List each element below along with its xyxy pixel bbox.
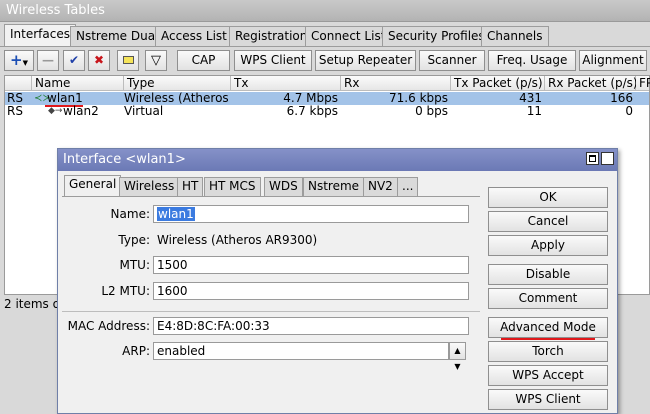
arp-select[interactable]: enabled ▲ ▼	[153, 342, 466, 371]
arp-label: ARP:	[122, 344, 150, 358]
row-tx: 6.7 kbps	[286, 105, 338, 118]
remove-button[interactable]: —	[37, 50, 59, 71]
column-header-type[interactable]: Type	[124, 76, 231, 91]
row-name: wlan2	[63, 105, 99, 118]
remove-icon: —	[42, 53, 54, 67]
row-flags: RS	[7, 92, 23, 105]
comment-icon	[122, 56, 134, 64]
l2-mtu-field[interactable]: 1600	[153, 282, 469, 300]
name-field[interactable]: wlan1	[153, 205, 469, 223]
freq-usage-button[interactable]: Freq. Usage	[488, 50, 576, 71]
tab-nstreme-dual[interactable]: Nstreme Dual	[70, 26, 165, 46]
dialog-tab-ht[interactable]: HT	[177, 177, 204, 196]
row-rx: 71.6 kbps	[389, 92, 448, 105]
table-row[interactable]: RS ≺≻ wlan1 Wireless (Atheros 4.7 Mbps 7…	[5, 92, 649, 105]
row-rx-packet: 0	[625, 105, 633, 118]
dialog-tab-nstreme[interactable]: Nstreme	[303, 177, 365, 196]
table-row[interactable]: RS ◆→ wlan2 Virtual 6.7 kbps 0 bps 11 0	[5, 105, 649, 118]
tab-access-list[interactable]: Access List	[155, 26, 233, 46]
enable-button[interactable]: ✔	[63, 50, 85, 71]
column-header-rx[interactable]: Rx	[341, 76, 451, 91]
window-titlebar: Wireless Tables	[0, 0, 650, 22]
dialog-tab-ht-mcs[interactable]: HT MCS	[204, 177, 261, 196]
cross-icon: ✖	[93, 53, 105, 67]
row-type: Wireless (Atheros	[124, 92, 229, 105]
close-icon: ✕	[603, 151, 613, 164]
dialog-tab-nv2[interactable]: NV2	[363, 177, 398, 196]
alignment-button[interactable]: Alignment	[579, 50, 647, 71]
column-header-tx-packet[interactable]: Tx Packet (p/s)	[451, 76, 545, 91]
tab-channels[interactable]: Channels	[481, 26, 549, 46]
dialog-tab-general[interactable]: General	[64, 175, 122, 197]
form-divider	[62, 311, 480, 312]
advanced-mode-button[interactable]: Advanced Mode	[488, 317, 608, 338]
dialog-title: Interface <wlan1>	[63, 152, 186, 167]
name-value: wlan1	[157, 207, 195, 221]
name-label: Name:	[110, 207, 150, 221]
ok-button[interactable]: OK	[488, 187, 608, 208]
wps-accept-button[interactable]: WPS Accept	[488, 365, 608, 386]
cancel-button[interactable]: Cancel	[488, 211, 608, 232]
tab-registration[interactable]: Registration	[229, 26, 314, 46]
wps-client-button[interactable]: WPS Client	[488, 389, 608, 410]
highlight-underline	[501, 338, 595, 340]
l2-mtu-label: L2 MTU:	[101, 284, 150, 298]
dropdown-arrow-icon[interactable]: ▲ ▼	[449, 342, 466, 371]
tab-connect-list[interactable]: Connect List	[305, 26, 392, 46]
scanner-button[interactable]: Scanner	[419, 50, 485, 71]
virtual-interface-icon: ◆→	[48, 106, 63, 116]
arp-value: enabled	[157, 344, 206, 358]
row-tx-packet: 431	[519, 92, 542, 105]
dialog-tab-wireless[interactable]: Wireless	[119, 177, 180, 196]
mtu-field[interactable]: 1500	[153, 256, 469, 274]
comment-button[interactable]	[117, 50, 139, 71]
column-header-tx[interactable]: Tx	[231, 76, 341, 91]
column-header-fp[interactable]: FP	[636, 76, 650, 91]
dialog-tab-divider	[62, 196, 480, 197]
tab-divider	[0, 46, 650, 47]
row-rx-packet: 166	[610, 92, 633, 105]
row-tx-packet: 11	[526, 105, 542, 118]
column-header-name[interactable]: Name	[32, 76, 124, 91]
setup-repeater-button[interactable]: Setup Repeater	[315, 50, 416, 71]
tab-security-profiles[interactable]: Security Profiles	[382, 26, 491, 46]
mac-address-field[interactable]: E4:8D:8C:FA:00:33	[153, 317, 469, 335]
disable-button[interactable]: Disable	[488, 264, 608, 285]
dialog-tab-more[interactable]: ...	[397, 177, 419, 196]
add-icon: +	[10, 51, 23, 69]
column-header-rx-packet[interactable]: Rx Packet (p/s)	[545, 76, 638, 91]
interface-dialog: Interface <wlan1> ✕ General Wireless HT …	[57, 148, 618, 414]
row-type: Virtual	[124, 105, 164, 118]
disable-button[interactable]: ✖	[88, 50, 110, 71]
row-name: wlan1	[47, 92, 83, 105]
torch-button[interactable]: Torch	[488, 341, 608, 362]
wps-client-button[interactable]: WPS Client	[234, 50, 312, 71]
tab-interfaces[interactable]: Interfaces	[4, 24, 76, 47]
column-header-flags[interactable]	[5, 76, 32, 91]
maximize-button[interactable]	[586, 152, 599, 165]
dialog-tab-wds[interactable]: WDS	[264, 177, 303, 196]
mac-address-label: MAC Address:	[67, 319, 150, 333]
close-button[interactable]: ✕	[601, 151, 614, 165]
row-tx: 4.7 Mbps	[283, 92, 338, 105]
type-label: Type:	[118, 233, 150, 247]
window-title: Wireless Tables	[6, 3, 105, 18]
filter-button[interactable]: ▽	[145, 50, 167, 71]
checkmark-icon: ✔	[68, 53, 80, 67]
mtu-label: MTU:	[119, 258, 150, 272]
maximize-icon	[589, 155, 596, 162]
row-rx: 0 bps	[415, 105, 448, 118]
cap-button[interactable]: CAP	[177, 50, 230, 71]
dialog-titlebar: Interface <wlan1> ✕	[58, 149, 617, 171]
add-button[interactable]: +▼	[4, 50, 34, 71]
filter-icon: ▽	[151, 53, 161, 68]
comment-button[interactable]: Comment	[488, 288, 608, 309]
apply-button[interactable]: Apply	[488, 235, 608, 256]
type-value: Wireless (Atheros AR9300)	[153, 231, 469, 249]
row-flags: RS	[7, 105, 23, 118]
